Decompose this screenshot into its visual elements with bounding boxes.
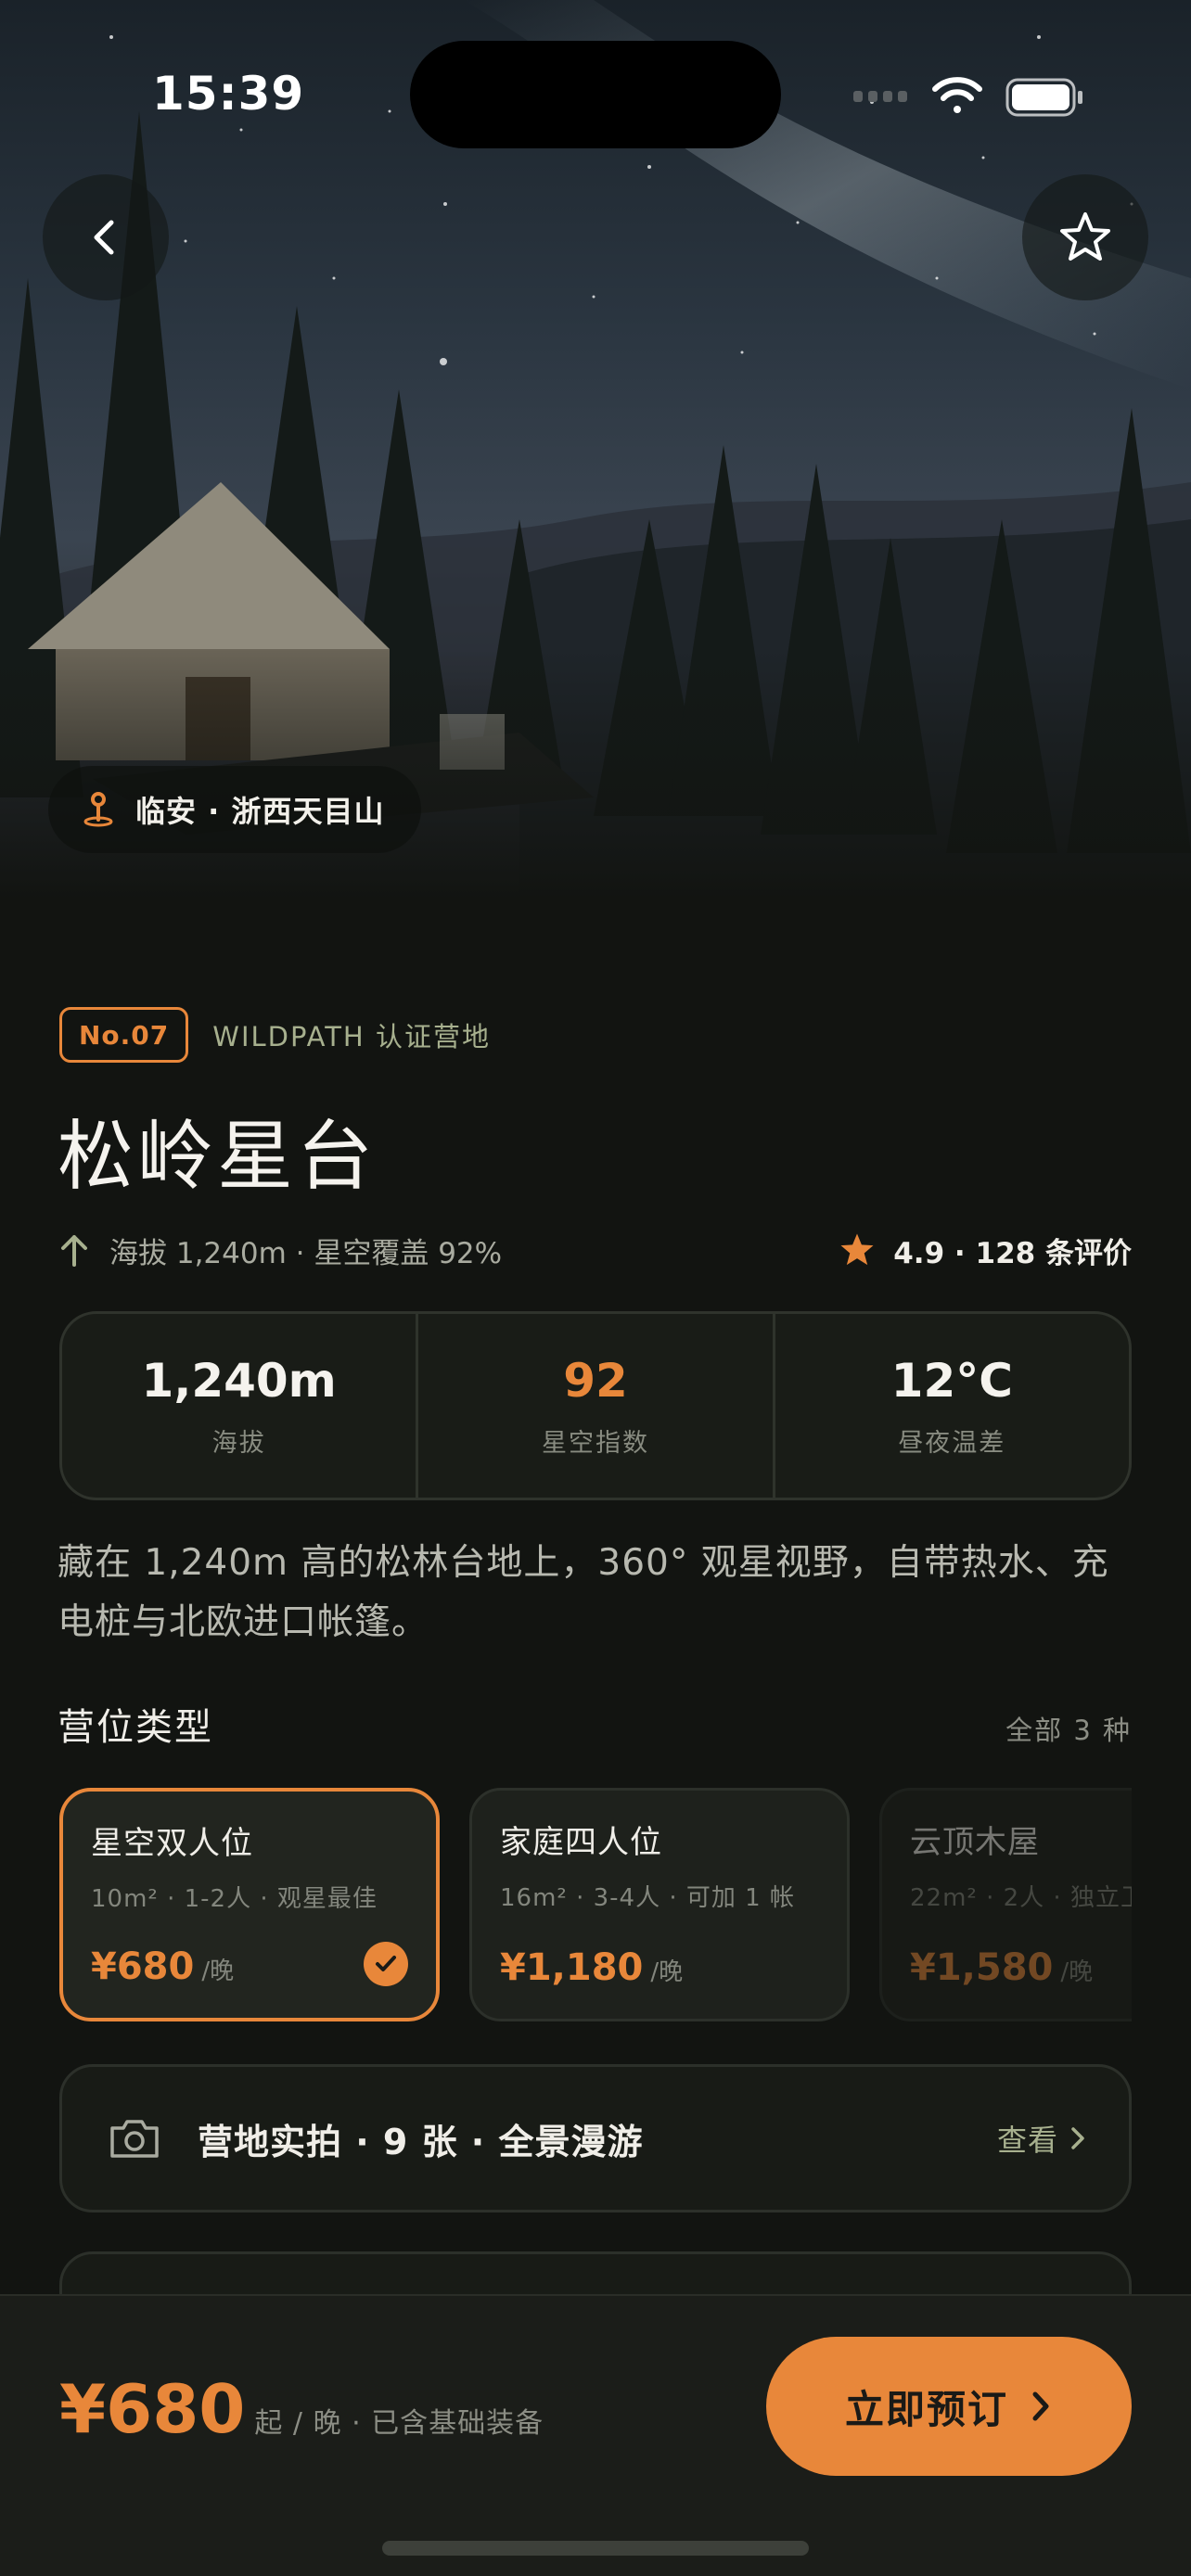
card-name: 云顶木屋 — [910, 1824, 1040, 1861]
stat-label: 海拔 — [211, 1428, 266, 1458]
status-time: 15:39 — [152, 67, 305, 121]
stat-label: 星空指数 — [541, 1428, 649, 1458]
stat-star-index: 92 星空指数 — [416, 1314, 772, 1498]
total-price: ¥680 — [59, 2370, 246, 2448]
card-name: 星空双人位 — [91, 1825, 253, 1862]
rank-badge: No.07 — [59, 1007, 189, 1063]
meta-row: 海拔 1,240m · 星空覆盖 92% 4.9 · 128 条评价 — [58, 1228, 1132, 1272]
chevron-left-icon — [94, 220, 114, 255]
site-types-header: 营位类型 全部 3 种 — [58, 1697, 1132, 1751]
card-price: ¥680 — [91, 1945, 195, 1988]
site-card-cabin[interactable]: 云顶木屋 22m² · 2人 · 独立卫浴 ¥1,580 /晚 — [879, 1788, 1132, 2021]
site-card-stargaze-double[interactable]: 星空双人位 10m² · 1-2人 · 观星最佳 ¥680 /晚 — [59, 1788, 440, 2021]
wifi-icon — [932, 77, 982, 113]
stat-temp-range: 12°C 昼夜温差 — [772, 1314, 1129, 1498]
badge-row: No.07 WILDPATH 认证营地 — [59, 1007, 491, 1063]
back-button[interactable] — [43, 174, 169, 300]
stats-panel: 1,240m 海拔 92 星空指数 12°C 昼夜温差 — [59, 1311, 1132, 1500]
photo-gallery-row[interactable]: 营地实拍 · 9 张 · 全景漫游 查看 — [59, 2064, 1132, 2213]
card-unit: /晚 — [1060, 1958, 1094, 1986]
card-spec: 22m² · 2人 · 独立卫浴 — [910, 1884, 1132, 1912]
book-now-button[interactable]: 立即预订 — [766, 2337, 1132, 2476]
photo-gallery-label: 营地实拍 · 9 张 · 全景漫游 — [198, 2121, 644, 2162]
chevron-right-icon — [1071, 2127, 1084, 2149]
card-unit: /晚 — [201, 1958, 235, 1985]
certification-label: WILDPATH 认证营地 — [212, 1021, 491, 1052]
location-pill[interactable]: 临安 · 浙西天目山 — [48, 766, 422, 853]
card-price: ¥1,580 — [910, 1946, 1054, 1989]
camp-description: 藏在 1,240m 高的松林台地上，360° 观星视野，自带热水、充电桩与北欧进… — [58, 1542, 1109, 1643]
favorite-button[interactable] — [1022, 174, 1148, 300]
stat-value: 1,240m — [141, 1353, 337, 1408]
star-outline-icon — [1060, 212, 1110, 261]
battery-icon — [1005, 78, 1082, 117]
arrow-up-icon — [61, 1235, 87, 1267]
site-card-family[interactable]: 家庭四人位 16m² · 3-4人 · 可加 1 帐 ¥1,180 /晚 — [469, 1788, 850, 2021]
view-all-link[interactable]: 全部 3 种 — [1005, 1709, 1132, 1748]
stat-value: 12°C — [890, 1353, 1013, 1408]
site-type-carousel[interactable]: 星空双人位 10m² · 1-2人 · 观星最佳 ¥680 /晚 家庭四人位 1… — [59, 1788, 1132, 2021]
booking-bar: ¥680 起 / 晚 · 已含基础装备 立即预订 — [0, 2294, 1191, 2576]
selected-check-icon — [364, 1942, 408, 1986]
location-text: 临安 · 浙西天目山 — [135, 794, 385, 829]
view-photos-label: 查看 — [996, 2123, 1058, 2158]
view-photos-link[interactable]: 查看 — [997, 2117, 1088, 2160]
book-now-label: 立即预订 — [844, 2386, 1008, 2432]
card-unit: /晚 — [650, 1958, 684, 1986]
card-price: ¥1,180 — [500, 1946, 644, 1989]
card-spec: 10m² · 1-2人 · 观星最佳 — [91, 1885, 378, 1913]
price-summary: ¥680 起 / 晚 · 已含基础装备 — [59, 2370, 544, 2448]
stat-altitude: 1,240m 海拔 — [62, 1314, 416, 1498]
map-pin-icon — [83, 792, 113, 827]
card-spec: 16m² · 3-4人 · 可加 1 帐 — [500, 1884, 795, 1912]
chevron-right-icon — [1032, 2391, 1049, 2421]
stat-label: 昼夜温差 — [898, 1428, 1006, 1458]
section-title: 营位类型 — [58, 1706, 213, 1749]
stat-value: 92 — [563, 1353, 628, 1408]
altitude-meta: 海拔 1,240m · 星空覆盖 92% — [109, 1236, 503, 1270]
status-icons — [853, 77, 1082, 117]
camp-title: 松岭星台 — [58, 1113, 378, 1201]
home-indicator[interactable] — [382, 2541, 809, 2556]
rating[interactable]: 4.9 · 128 条评价 — [838, 1230, 1132, 1271]
price-suffix: 起 / 晚 · 已含基础装备 — [254, 2407, 544, 2440]
camera-icon — [110, 2120, 159, 2158]
dynamic-island — [410, 41, 781, 148]
hero-image: 15:39 临安 · 浙西天目山 — [0, 0, 1191, 899]
star-filled-icon — [840, 1233, 874, 1266]
rating-text: 4.9 · 128 条评价 — [893, 1236, 1132, 1270]
card-name: 家庭四人位 — [500, 1824, 662, 1861]
signal-icon — [853, 91, 907, 102]
